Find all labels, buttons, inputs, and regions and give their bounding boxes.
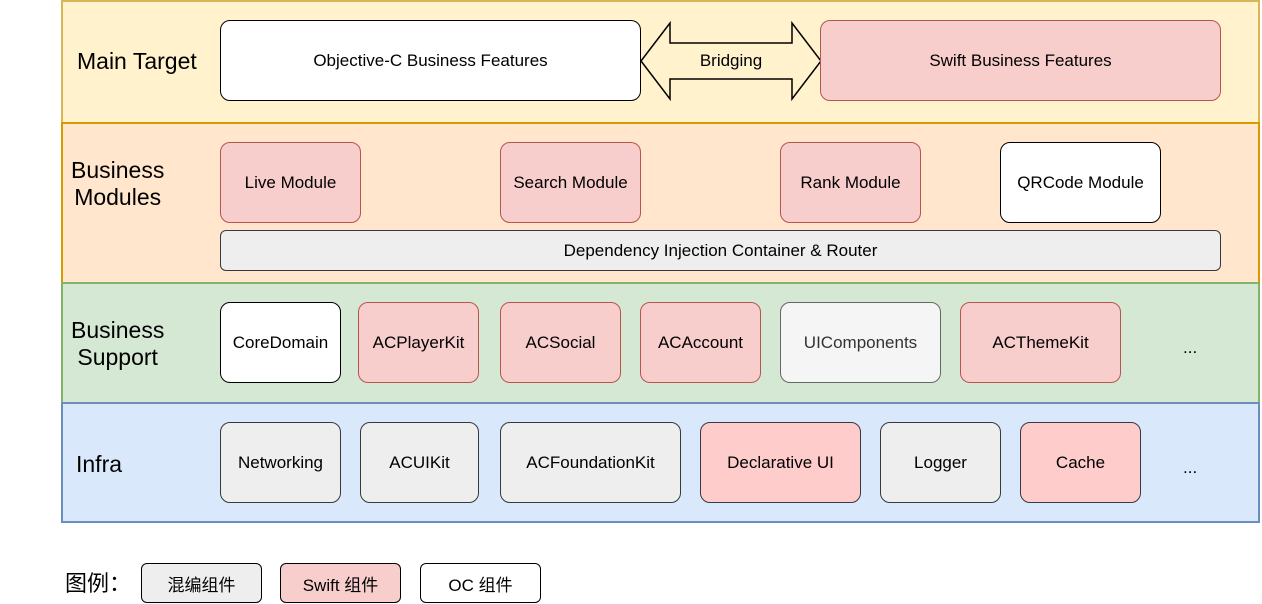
legend-item-swift: Swift 组件: [280, 563, 401, 603]
module-box-rank[interactable]: Rank Module: [780, 142, 921, 223]
layer-label-line2: Support: [77, 344, 158, 370]
component-box-acuikit[interactable]: ACUIKit: [360, 422, 479, 503]
component-box-networking[interactable]: Networking: [220, 422, 341, 503]
component-box-uicomponents[interactable]: UIComponents: [780, 302, 941, 383]
legend-title: 图例：: [65, 571, 132, 596]
legend-item-mixed: 混编组件: [141, 563, 262, 603]
layer-label-infra: Infra: [76, 451, 123, 477]
objc-business-features-box[interactable]: Objective-C Business Features: [220, 20, 641, 101]
swift-business-features-box[interactable]: Swift Business Features: [820, 20, 1221, 101]
layer-label-line2: Modules: [74, 184, 162, 210]
module-box-qrcode[interactable]: QRCode Module: [1000, 142, 1161, 223]
layer-label-main-target: Main Target: [77, 48, 197, 74]
bridging-label: Bridging: [699, 51, 763, 70]
component-box-declarative-ui[interactable]: Declarative UI: [700, 422, 861, 503]
module-box-search[interactable]: Search Module: [500, 142, 641, 223]
more-ellipsis: ...: [1183, 458, 1198, 477]
di-container-router-bar[interactable]: Dependency Injection Container & Router: [220, 230, 1221, 271]
component-box-logger[interactable]: Logger: [880, 422, 1001, 503]
component-box-cache[interactable]: Cache: [1020, 422, 1141, 503]
module-box-live[interactable]: Live Module: [220, 142, 361, 223]
component-box-coredomain[interactable]: CoreDomain: [220, 302, 341, 383]
layer-label-line1: Business: [71, 157, 165, 183]
component-box-acfoundationkit[interactable]: ACFoundationKit: [500, 422, 681, 503]
component-box-acsocial[interactable]: ACSocial: [500, 302, 621, 383]
layer-label-business-support: Business Support: [71, 317, 164, 371]
layer-label-line1: Business: [71, 317, 165, 343]
legend-item-oc: OC 组件: [420, 563, 541, 603]
component-box-acaccount[interactable]: ACAccount: [640, 302, 761, 383]
more-ellipsis: ...: [1183, 338, 1198, 357]
component-box-acplayerkit[interactable]: ACPlayerKit: [358, 302, 479, 383]
component-box-acthemekit[interactable]: ACThemeKit: [960, 302, 1121, 383]
layer-label-business-modules: Business Modules: [71, 157, 164, 211]
